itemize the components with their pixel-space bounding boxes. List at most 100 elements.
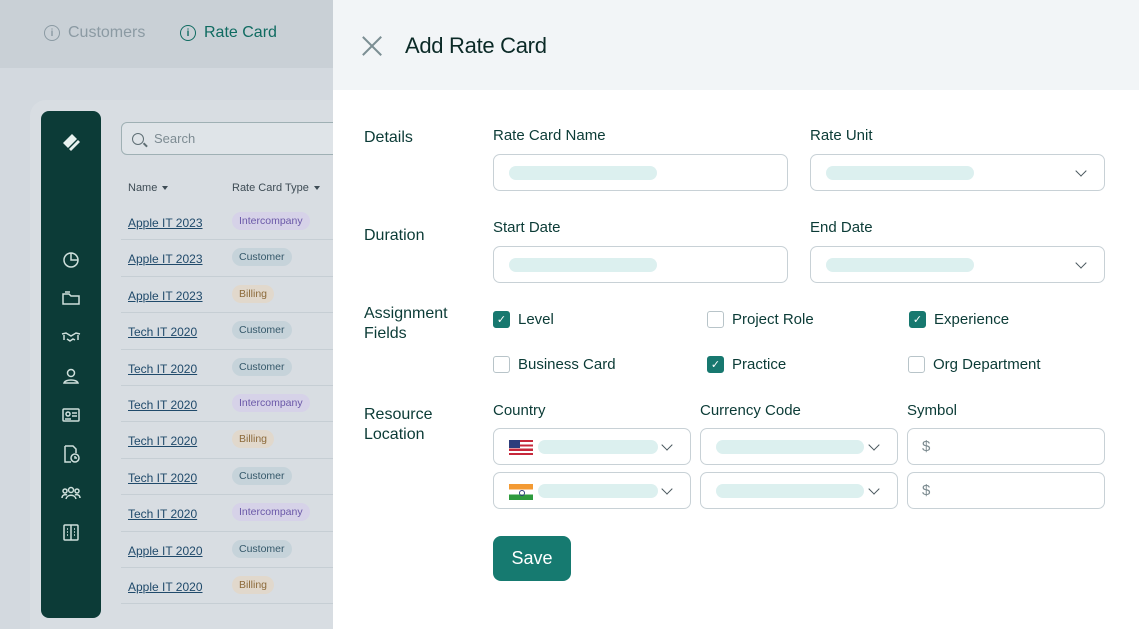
table-row[interactable]: Apple IT 2023 Intercompany — [121, 204, 336, 241]
table-row[interactable]: Apple IT 2020 Customer — [121, 532, 336, 568]
table-row[interactable]: Apple IT 2023 Billing — [121, 277, 336, 314]
checkbox-experience[interactable]: ✓ Experience — [909, 311, 1009, 328]
tab-label: Rate Card — [204, 24, 277, 41]
user-icon[interactable] — [61, 366, 81, 386]
type-badge: Billing — [232, 575, 275, 594]
handshake-icon[interactable] — [61, 327, 81, 347]
checkbox-org-department[interactable]: Org Department — [908, 356, 1041, 373]
search-placeholder: Search — [154, 131, 196, 146]
column-header-label: Name — [128, 182, 158, 194]
chevron-down-icon — [1075, 257, 1087, 269]
close-icon[interactable] — [361, 35, 383, 57]
save-button[interactable]: Save — [493, 536, 571, 581]
column-header-name[interactable]: Name — [128, 182, 169, 194]
table-row[interactable]: Tech IT 2020 Customer — [121, 459, 336, 496]
checkbox-unchecked-icon[interactable] — [493, 356, 510, 373]
row-name-link[interactable]: Apple IT 2023 — [128, 216, 203, 230]
currency-code-select[interactable] — [700, 428, 898, 465]
tab-customers[interactable]: i Customers — [44, 24, 145, 42]
symbol-input[interactable]: $ — [907, 428, 1105, 465]
type-badge: Customer — [232, 248, 292, 267]
select-placeholder-bar — [538, 484, 658, 498]
id-card-icon[interactable] — [61, 405, 81, 425]
folder-icon[interactable] — [61, 288, 81, 308]
row-name-link[interactable]: Tech IT 2020 — [128, 398, 197, 412]
row-name-link[interactable]: Tech IT 2020 — [128, 434, 197, 448]
start-date-input[interactable] — [493, 246, 788, 283]
chevron-down-icon — [868, 439, 880, 451]
select-placeholder-bar — [716, 484, 864, 498]
table-row[interactable]: Apple IT 2020 Billing — [121, 568, 336, 605]
section-label-resource-location: Resource Location — [364, 406, 433, 443]
row-name-link[interactable]: Apple IT 2020 — [128, 580, 203, 594]
search-input[interactable]: Search — [121, 122, 351, 155]
row-name-link[interactable]: Apple IT 2023 — [128, 289, 203, 303]
checkbox-practice[interactable]: ✓ Practice — [707, 356, 786, 373]
currency-symbol: $ — [922, 438, 931, 455]
app-logo-icon[interactable] — [60, 131, 82, 153]
table-row[interactable]: Tech IT 2020 Billing — [121, 422, 336, 459]
country-select[interactable] — [493, 428, 691, 465]
end-date-select[interactable] — [810, 246, 1105, 283]
start-date-label: Start Date — [493, 219, 561, 236]
type-badge: Billing — [232, 284, 275, 303]
checkbox-unchecked-icon[interactable] — [908, 356, 925, 373]
symbol-input[interactable]: $ — [907, 472, 1105, 509]
document-clock-icon[interactable] — [61, 444, 81, 464]
country-select[interactable] — [493, 472, 691, 509]
rate-unit-select[interactable] — [810, 154, 1105, 191]
type-badge: Customer — [232, 357, 292, 376]
type-badge: Billing — [232, 430, 275, 449]
tab-rate-card[interactable]: i Rate Card — [180, 24, 277, 42]
add-rate-card-modal: Add Rate Card Details Rate Card Name Rat… — [333, 0, 1139, 629]
chevron-down-icon — [1075, 165, 1087, 177]
symbol-label: Symbol — [907, 402, 958, 419]
modal-title: Add Rate Card — [405, 33, 547, 58]
input-placeholder-bar — [509, 166, 657, 180]
country-label: Country — [493, 402, 546, 419]
row-name-link[interactable]: Tech IT 2020 — [128, 325, 197, 339]
rate-card-name-input[interactable] — [493, 154, 788, 191]
rate-unit-label: Rate Unit — [810, 127, 873, 144]
checkbox-checked-icon[interactable]: ✓ — [707, 356, 724, 373]
input-placeholder-bar — [509, 258, 657, 272]
row-name-link[interactable]: Tech IT 2020 — [128, 507, 197, 521]
us-flag-icon — [509, 440, 533, 455]
select-placeholder-bar — [716, 440, 864, 454]
column-header-label: Rate Card Type — [232, 182, 309, 194]
row-name-link[interactable]: Apple IT 2023 — [128, 252, 203, 266]
type-badge: Intercompany — [232, 503, 310, 522]
info-icon: i — [44, 25, 60, 41]
checkbox-label: Org Department — [933, 356, 1041, 373]
checkbox-checked-icon[interactable]: ✓ — [493, 311, 510, 328]
row-name-link[interactable]: Tech IT 2020 — [128, 362, 197, 376]
row-name-link[interactable]: Apple IT 2020 — [128, 544, 203, 558]
checkbox-business-card[interactable]: Business Card — [493, 356, 616, 373]
select-placeholder-bar — [538, 440, 658, 454]
chevron-down-icon — [868, 483, 880, 495]
table-row[interactable]: Tech IT 2020 Customer — [121, 313, 336, 350]
checkbox-project-role[interactable]: Project Role — [707, 311, 814, 328]
tab-label: Customers — [68, 24, 146, 41]
checkbox-level[interactable]: ✓ Level — [493, 311, 554, 328]
table-row[interactable]: Tech IT 2020 Intercompany — [121, 386, 336, 423]
info-icon: i — [180, 25, 196, 41]
checkbox-label: Practice — [732, 356, 787, 373]
table-row[interactable]: Apple IT 2023 Customer — [121, 240, 336, 277]
checkbox-unchecked-icon[interactable] — [707, 311, 724, 328]
currency-code-select[interactable] — [700, 472, 898, 509]
table-row[interactable]: Tech IT 2020 Customer — [121, 350, 336, 386]
select-placeholder-bar — [826, 166, 974, 180]
row-name-link[interactable]: Tech IT 2020 — [128, 471, 197, 485]
dashboard-icon[interactable] — [61, 250, 81, 270]
table-row[interactable]: Tech IT 2020 Intercompany — [121, 495, 336, 532]
checkbox-checked-icon[interactable]: ✓ — [909, 311, 926, 328]
team-icon[interactable] — [61, 483, 81, 503]
currency-code-label: Currency Code — [700, 402, 801, 419]
rate-card-name-label: Rate Card Name — [493, 127, 606, 144]
sort-down-icon — [313, 186, 320, 190]
section-label-duration: Duration — [364, 227, 425, 244]
column-header-rate-card-type[interactable]: Rate Card Type — [232, 182, 320, 194]
building-icon[interactable] — [61, 522, 81, 542]
modal-header: Add Rate Card — [333, 0, 1139, 90]
